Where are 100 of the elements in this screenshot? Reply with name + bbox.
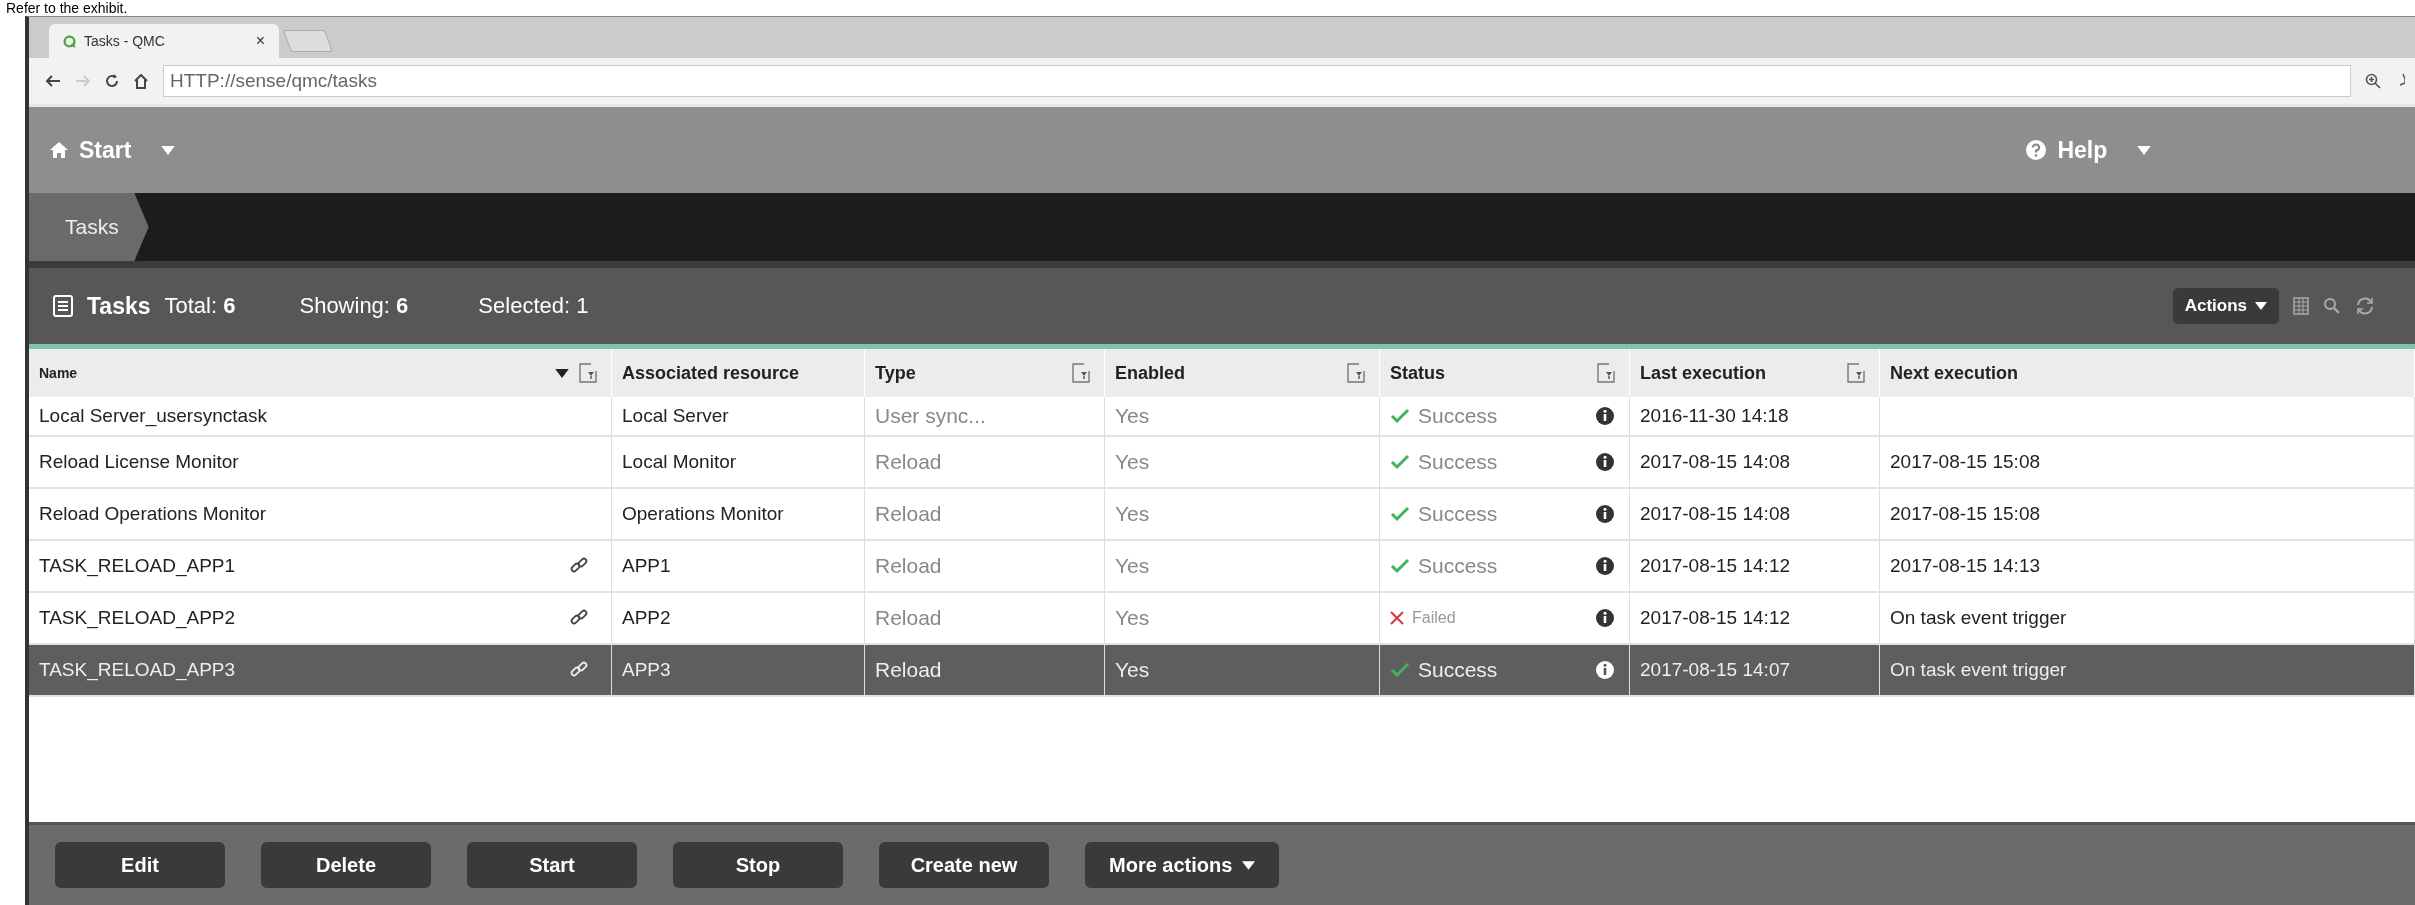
caption-text: Refer to the exhibit. — [6, 0, 129, 16]
column-header[interactable]: Last execution — [1630, 349, 1880, 397]
type-cell: Reload — [865, 645, 1105, 695]
table-row[interactable]: TASK_RELOAD_APP3 APP3 Reload Yes Success 2017-08-15 14:07 On task event trigger — [29, 645, 2415, 697]
table-row[interactable]: Reload License Monitor Local Monitor Reload Yes Success 2017-08-15 14:08 2017-08-15 15:08 — [29, 437, 2415, 489]
column-header[interactable]: Type — [865, 349, 1105, 397]
tab-close[interactable]: × — [255, 32, 265, 50]
action-button[interactable]: Edit — [55, 842, 225, 888]
resource-cell: Operations Monitor — [612, 489, 865, 539]
next-execution-cell: On task event trigger — [1880, 645, 2415, 695]
last-execution-cell: 2017-08-15 14:08 — [1630, 489, 1880, 539]
address-field[interactable]: HTTP://sense/qmc/tasks — [163, 65, 2351, 97]
home-icon[interactable] — [133, 73, 149, 89]
status-text: Success — [1418, 502, 1498, 526]
action-button[interactable]: Stop — [673, 842, 843, 888]
enabled-cell: Yes — [1105, 489, 1380, 539]
column-label: Name — [39, 365, 78, 381]
selected-count: Selected: 1 — [478, 293, 589, 319]
column-header[interactable]: Enabled — [1105, 349, 1380, 397]
status-text: Success — [1418, 404, 1498, 428]
task-name: Reload License Monitor — [39, 451, 239, 473]
info-icon[interactable] — [1595, 556, 1615, 576]
type-cell: User sync... — [865, 397, 1105, 435]
column-label: Next execution — [1890, 362, 2019, 384]
column-label: Last execution — [1640, 362, 1767, 384]
table-row[interactable]: Local Server_usersynctask Local Server User sync... Yes Success 2016-11-30 14:18 — [29, 397, 2415, 437]
resource-cell: Local Server — [612, 397, 865, 435]
resource-cell: APP2 — [612, 593, 865, 643]
resource-cell: APP1 — [612, 541, 865, 591]
table-row[interactable]: Reload Operations Monitor Operations Monitor Reload Yes Success 2017-08-15 14:08 2017-08-15 15:08 — [29, 489, 2415, 541]
back-arrow-icon[interactable] — [45, 74, 61, 88]
info-icon[interactable] — [1595, 608, 1615, 628]
status-text: Failed — [1412, 609, 1456, 627]
type-cell: Reload — [865, 489, 1105, 539]
sort-arrow-icon[interactable] — [555, 368, 569, 378]
zoom-icon[interactable] — [2365, 73, 2381, 89]
menu-button[interactable]: More actions — [1085, 842, 1280, 888]
caret-icon — [2137, 145, 2152, 155]
column-header[interactable]: Next execution — [1880, 349, 2415, 397]
next-execution-cell: 2017-08-15 15:08 — [1880, 489, 2415, 539]
app-logo-icon — [63, 34, 76, 48]
enabled-cell: Yes — [1105, 437, 1380, 487]
actions-button[interactable]: Actions — [2172, 288, 2279, 324]
next-execution-cell: 2017-08-15 14:13 — [1880, 541, 2415, 591]
last-execution-cell: 2017-08-15 14:08 — [1630, 437, 1880, 487]
columns-icon[interactable] — [2293, 297, 2309, 315]
last-execution-cell: 2017-08-15 14:07 — [1630, 645, 1880, 695]
task-name: TASK_RELOAD_APP3 — [39, 659, 236, 681]
action-button[interactable]: Start — [467, 842, 637, 888]
column-label: Type — [875, 362, 916, 384]
showing-count: Showing: 6 — [299, 293, 409, 319]
action-button[interactable]: Delete — [261, 842, 431, 888]
task-name: Reload Operations Monitor — [39, 503, 267, 525]
enabled-cell: Yes — [1105, 645, 1380, 695]
type-cell: Reload — [865, 541, 1105, 591]
status-text: Success — [1418, 658, 1498, 682]
last-execution-cell: 2016-11-30 14:18 — [1630, 397, 1880, 435]
task-name: Local Server_usersynctask — [39, 405, 268, 427]
info-icon[interactable] — [1595, 452, 1615, 472]
next-execution-cell: 2017-08-15 15:08 — [1880, 437, 2415, 487]
column-header[interactable]: Status — [1380, 349, 1630, 397]
filter-icon[interactable] — [1072, 363, 1090, 383]
action-button[interactable]: Create new — [879, 842, 1049, 888]
table-row[interactable]: TASK_RELOAD_APP1 APP1 Reload Yes Success 2017-08-15 14:12 2017-08-15 14:13 — [29, 541, 2415, 593]
caret-icon — [161, 145, 176, 155]
last-execution-cell: 2017-08-15 14:12 — [1630, 593, 1880, 643]
column-label: Enabled — [1115, 362, 1185, 384]
filter-icon[interactable] — [1847, 363, 1865, 383]
column-label: Status — [1390, 362, 1445, 384]
filter-icon[interactable] — [579, 363, 597, 383]
type-cell: Reload — [865, 593, 1105, 643]
enabled-cell: Yes — [1105, 541, 1380, 591]
status-text: Success — [1418, 554, 1498, 578]
last-execution-cell: 2017-08-15 14:12 — [1630, 541, 1880, 591]
caret-icon — [1242, 860, 1256, 870]
list-icon — [53, 295, 73, 317]
info-icon[interactable] — [1595, 406, 1615, 426]
info-icon[interactable] — [1595, 504, 1615, 524]
column-header[interactable]: Associated resource — [612, 349, 865, 397]
search-icon[interactable] — [2323, 297, 2341, 315]
type-cell: Reload — [865, 437, 1105, 487]
total-count: Total: 6 — [164, 293, 236, 319]
filter-icon[interactable] — [1597, 363, 1615, 383]
info-icon[interactable] — [1595, 660, 1615, 680]
column-header[interactable]: Name — [29, 349, 612, 397]
browser-tab[interactable]: Tasks - QMC × — [49, 24, 279, 58]
task-name: TASK_RELOAD_APP1 — [39, 555, 236, 577]
status-text: Success — [1418, 450, 1498, 474]
filter-icon[interactable] — [1347, 363, 1365, 383]
enabled-cell: Yes — [1105, 397, 1380, 435]
caret-icon — [2255, 302, 2267, 310]
enabled-cell: Yes — [1105, 593, 1380, 643]
next-execution-cell: On task event trigger — [1880, 593, 2415, 643]
resource-cell: APP3 — [612, 645, 865, 695]
reload-icon[interactable] — [105, 74, 119, 88]
resource-cell: Local Monitor — [612, 437, 865, 487]
refresh-icon[interactable] — [2355, 296, 2375, 316]
breadcrumb-item[interactable]: Tasks — [29, 193, 149, 261]
panel-title: Tasks — [87, 292, 151, 320]
home-icon — [49, 140, 69, 160]
